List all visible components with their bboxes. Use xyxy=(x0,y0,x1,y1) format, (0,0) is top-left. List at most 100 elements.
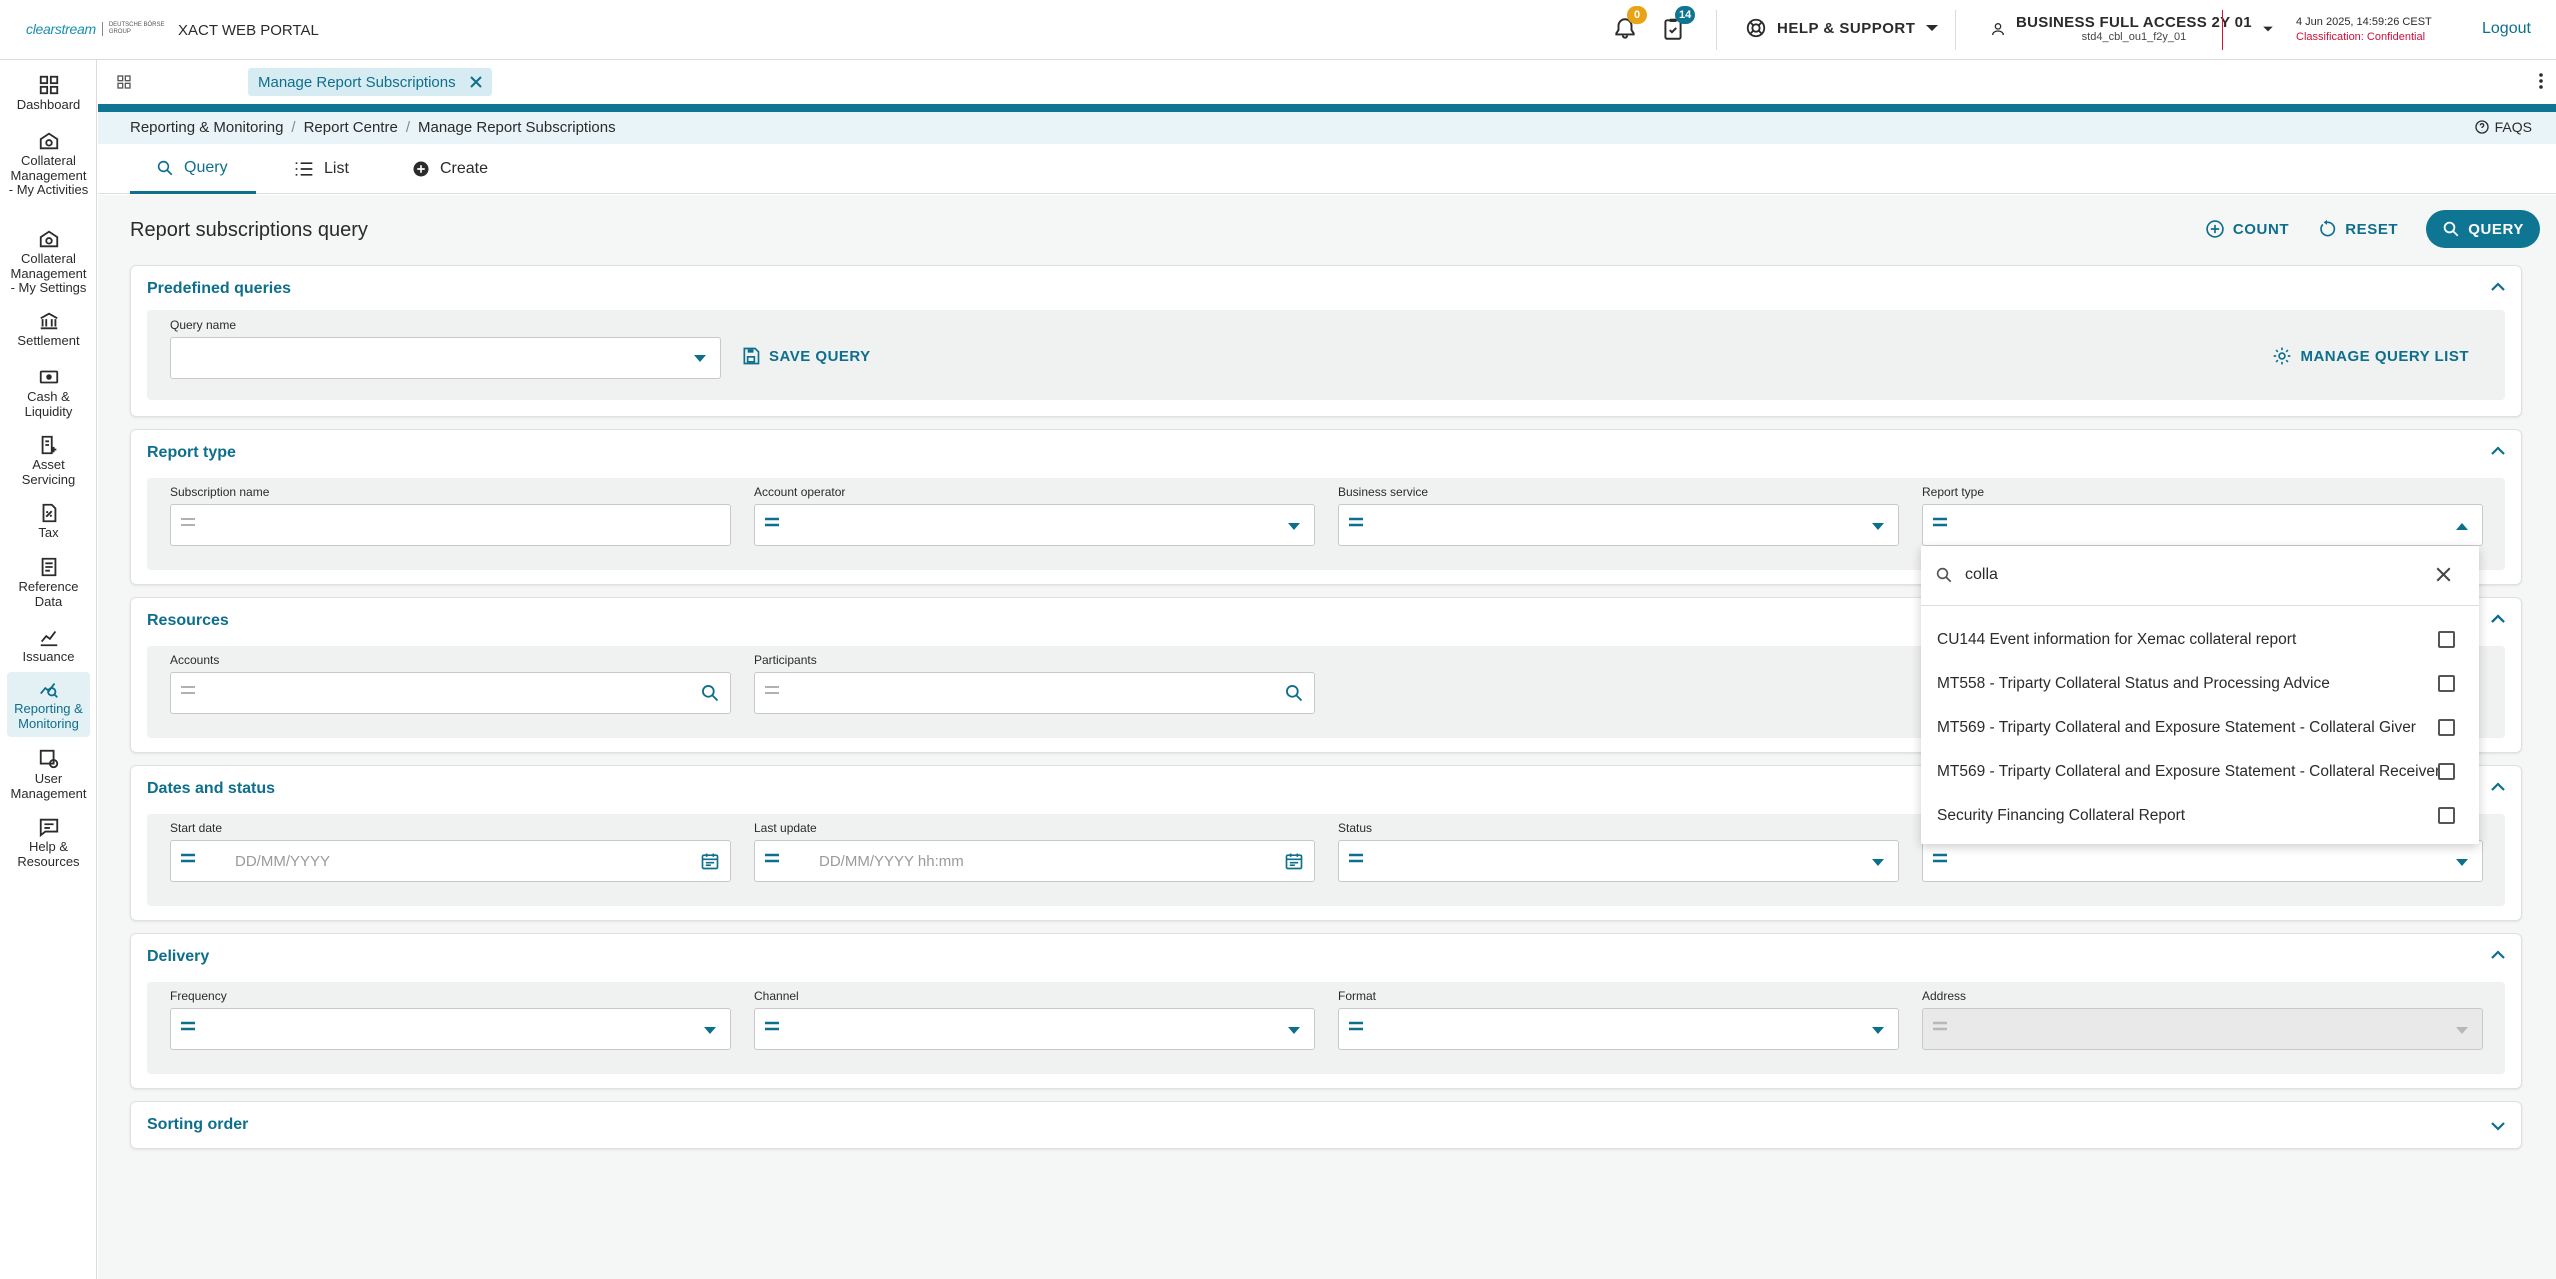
additional-status-select[interactable] xyxy=(1922,840,2483,882)
collateral-settings-icon xyxy=(39,230,58,248)
panel-title[interactable]: Sorting order xyxy=(147,1116,248,1134)
option-checkbox[interactable] xyxy=(2438,675,2455,692)
breadcrumb-item[interactable]: Report Centre xyxy=(304,119,398,136)
calendar-icon[interactable] xyxy=(1284,851,1304,871)
count-button[interactable]: COUNT xyxy=(2205,219,2289,239)
option-checkbox[interactable] xyxy=(2438,763,2455,780)
operator-equals-icon[interactable] xyxy=(1349,517,1363,527)
dropdown-option[interactable]: MT558 - Triparty Collateral Status and P… xyxy=(1921,662,2479,706)
dropdown-arrow-icon xyxy=(1872,523,1884,530)
chevron-up-icon[interactable] xyxy=(2491,446,2505,455)
chevron-down-icon[interactable] xyxy=(2491,1122,2505,1131)
search-icon[interactable] xyxy=(700,683,720,703)
dropdown-search-input[interactable]: colla xyxy=(1965,566,1998,584)
dropdown-option[interactable]: MT569 - Triparty Collateral and Exposure… xyxy=(1921,750,2479,794)
participants-input[interactable] xyxy=(754,672,1315,714)
search-icon[interactable] xyxy=(1284,683,1304,703)
subscription-name-input[interactable] xyxy=(170,504,731,546)
operator-equals-icon[interactable] xyxy=(181,685,195,695)
sidebar-item-reporting-monitoring[interactable]: Reporting & Monitoring xyxy=(7,672,90,737)
logout-link[interactable]: Logout xyxy=(2482,20,2531,38)
operator-equals-icon[interactable] xyxy=(765,853,779,863)
chevron-up-icon[interactable] xyxy=(2491,950,2505,959)
clearstream-logo[interactable]: clearstream DEUTSCHE BÖRSE GROUP xyxy=(26,21,173,37)
sidebar-item-reference-data[interactable]: Reference Data xyxy=(7,556,90,609)
operator-equals-icon[interactable] xyxy=(765,1021,779,1031)
tab-query[interactable]: Query xyxy=(130,144,256,194)
operator-equals-icon[interactable] xyxy=(1933,853,1947,863)
notifications-button[interactable]: 0 xyxy=(1612,6,1647,44)
tab-manage-report-subscriptions[interactable]: Manage Report Subscriptions xyxy=(248,68,492,96)
add-circle-outline-icon xyxy=(2206,220,2224,238)
option-checkbox[interactable] xyxy=(2438,631,2455,648)
sidebar-item-asset-servicing[interactable]: Asset Servicing xyxy=(7,434,90,487)
operator-equals-icon[interactable] xyxy=(765,517,779,527)
apps-grid-icon[interactable] xyxy=(116,74,132,90)
panel-title[interactable]: Resources xyxy=(147,612,229,630)
operator-equals-icon[interactable] xyxy=(181,853,195,863)
account-operator-select[interactable] xyxy=(754,504,1315,546)
operator-equals-icon[interactable] xyxy=(181,517,195,527)
faqs-link[interactable]: FAQS xyxy=(2474,119,2532,135)
sidebar-item-issuance[interactable]: Issuance xyxy=(7,626,90,665)
sidebar-item-user-management[interactable]: User Management xyxy=(7,748,90,801)
panel-title[interactable]: Report type xyxy=(147,444,236,462)
manage-query-list-button[interactable]: MANAGE QUERY LIST xyxy=(2272,346,2469,366)
sidebar-item-dashboard[interactable]: Dashboard xyxy=(7,74,90,113)
start-date-input[interactable]: DD/MM/YYYY xyxy=(170,840,731,882)
dropdown-arrow-up-icon xyxy=(2456,523,2468,530)
breadcrumb-item: Manage Report Subscriptions xyxy=(417,119,616,136)
dropdown-option[interactable]: CU144 Event information for Xemac collat… xyxy=(1921,618,2479,662)
operator-equals-icon[interactable] xyxy=(1933,517,1947,527)
clear-icon[interactable] xyxy=(2436,567,2451,582)
operator-equals-icon[interactable] xyxy=(1349,853,1363,863)
logo-group: DEUTSCHE BÖRSE GROUP xyxy=(108,22,165,35)
faqs-label: FAQS xyxy=(2494,119,2532,135)
breadcrumb-item[interactable]: Reporting & Monitoring xyxy=(130,119,283,136)
accounts-input[interactable] xyxy=(170,672,731,714)
status-select[interactable] xyxy=(1338,840,1899,882)
chevron-up-icon[interactable] xyxy=(2491,782,2505,791)
panel-title[interactable]: Predefined queries xyxy=(147,280,291,298)
format-select[interactable] xyxy=(1338,1008,1899,1050)
dropdown-option[interactable]: MT569 - Triparty Collateral and Exposure… xyxy=(1921,706,2479,750)
query-button[interactable]: QUERY xyxy=(2426,210,2540,248)
business-service-select[interactable] xyxy=(1338,504,1899,546)
query-name-select[interactable] xyxy=(170,337,721,379)
sidebar-item-tax[interactable]: Tax xyxy=(7,502,90,541)
help-support-menu[interactable]: HELP & SUPPORT xyxy=(1745,17,1939,39)
sidebar-item-collateral-activities[interactable]: Collateral Management - My Activities xyxy=(7,130,90,198)
tasks-button[interactable]: 14 xyxy=(1660,6,1696,44)
chevron-up-icon[interactable] xyxy=(2491,614,2505,623)
count-label: COUNT xyxy=(2232,220,2290,238)
frequency-select[interactable] xyxy=(170,1008,731,1050)
sidebar-item-cash-liquidity[interactable]: Cash & Liquidity xyxy=(7,366,90,419)
option-checkbox[interactable] xyxy=(2438,807,2455,824)
sidebar-item-collateral-settings[interactable]: Collateral Management - My Settings xyxy=(7,228,90,296)
panel-title[interactable]: Delivery xyxy=(147,948,209,966)
panel-title[interactable]: Dates and status xyxy=(147,780,275,798)
reporting-icon xyxy=(39,682,58,698)
report-type-select[interactable] xyxy=(1922,504,2483,546)
calendar-icon[interactable] xyxy=(700,851,720,871)
user-menu[interactable]: BUSINESS FULL ACCESS 2Y 01 std4_cbl_ou1_… xyxy=(1990,14,2274,43)
dropdown-arrow-icon xyxy=(1872,859,1884,866)
operator-equals-icon[interactable] xyxy=(181,1021,195,1031)
dropdown-option[interactable]: Security Financing Collateral Report xyxy=(1921,794,2479,838)
more-vert-icon[interactable] xyxy=(2538,72,2544,90)
chevron-up-icon[interactable] xyxy=(2491,282,2505,291)
dropdown-arrow-icon xyxy=(2456,859,2468,866)
save-query-button[interactable]: SAVE QUERY xyxy=(741,346,871,366)
reset-button[interactable]: RESET xyxy=(2317,219,2398,239)
tab-create[interactable]: Create xyxy=(412,144,488,194)
close-icon[interactable] xyxy=(469,76,482,88)
option-checkbox[interactable] xyxy=(2438,719,2455,736)
sidebar-item-settlement[interactable]: Settlement xyxy=(7,310,90,349)
tab-list[interactable]: List xyxy=(294,144,349,194)
last-update-input[interactable]: DD/MM/YYYY hh:mm xyxy=(754,840,1315,882)
dropdown-arrow-icon xyxy=(1288,1027,1300,1034)
operator-equals-icon[interactable] xyxy=(765,685,779,695)
channel-select[interactable] xyxy=(754,1008,1315,1050)
sidebar-item-help-resources[interactable]: Help & Resources xyxy=(7,816,90,869)
operator-equals-icon[interactable] xyxy=(1349,1021,1363,1031)
